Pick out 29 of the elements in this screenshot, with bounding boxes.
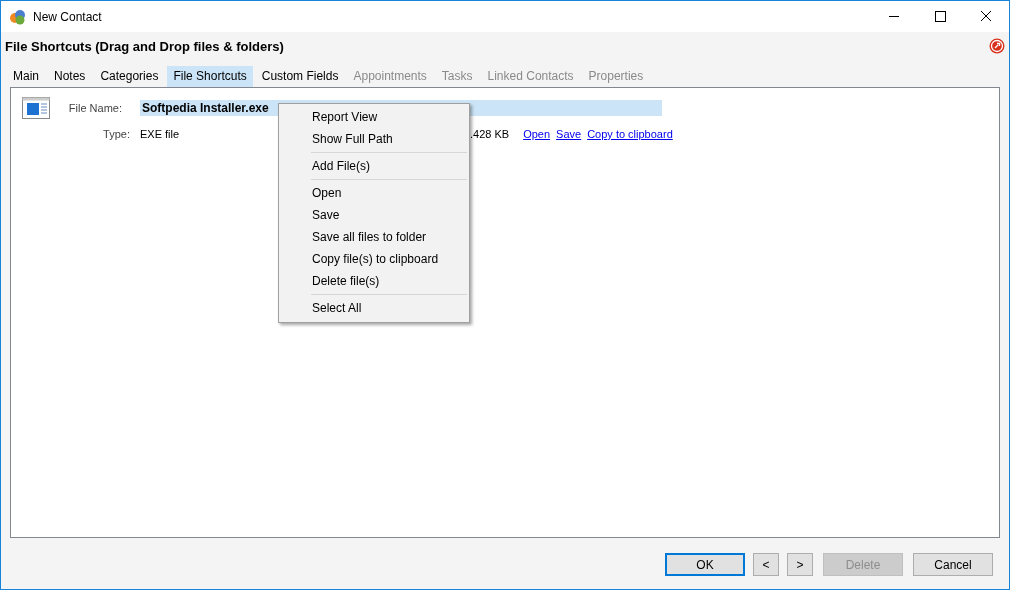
- menu-item[interactable]: Show Full Path: [279, 128, 469, 150]
- help-icon[interactable]: [989, 38, 1005, 54]
- menu-item[interactable]: Copy file(s) to clipboard: [279, 248, 469, 270]
- dialog-button[interactable]: Cancel: [913, 553, 993, 576]
- file-link[interactable]: Save: [556, 128, 582, 140]
- dialog-button[interactable]: OK: [665, 553, 745, 576]
- app-icon: [9, 8, 27, 25]
- file-link[interactable]: Open: [523, 128, 551, 140]
- file-icon: [22, 97, 50, 119]
- tab[interactable]: File Shortcuts: [167, 66, 253, 87]
- menu-item[interactable]: Add File(s): [279, 155, 469, 177]
- menu-item[interactable]: Open: [279, 182, 469, 204]
- menu-item[interactable]: Delete file(s): [279, 270, 469, 292]
- tab[interactable]: Notes: [48, 66, 92, 87]
- tab[interactable]: Categories: [94, 66, 165, 87]
- section-title: File Shortcuts (Drag and Drop files & folders): [5, 38, 284, 54]
- tab[interactable]: Main: [7, 66, 45, 87]
- window-title: New Contact: [33, 9, 102, 24]
- menu-item[interactable]: Select All: [279, 297, 469, 319]
- field-label: File Name:: [67, 102, 122, 114]
- tab[interactable]: Custom Fields: [255, 66, 345, 87]
- menu-item[interactable]: Save: [279, 204, 469, 226]
- file-size: .428 KB: [470, 128, 510, 140]
- file-link[interactable]: Copy to clipboard: [587, 128, 673, 140]
- dialog-button[interactable]: >: [787, 553, 813, 576]
- field-label: Type:: [102, 128, 130, 140]
- file-type: EXE file: [140, 128, 180, 140]
- dialog-button[interactable]: <: [753, 553, 779, 576]
- menu-item[interactable]: Save all files to folder: [279, 226, 469, 248]
